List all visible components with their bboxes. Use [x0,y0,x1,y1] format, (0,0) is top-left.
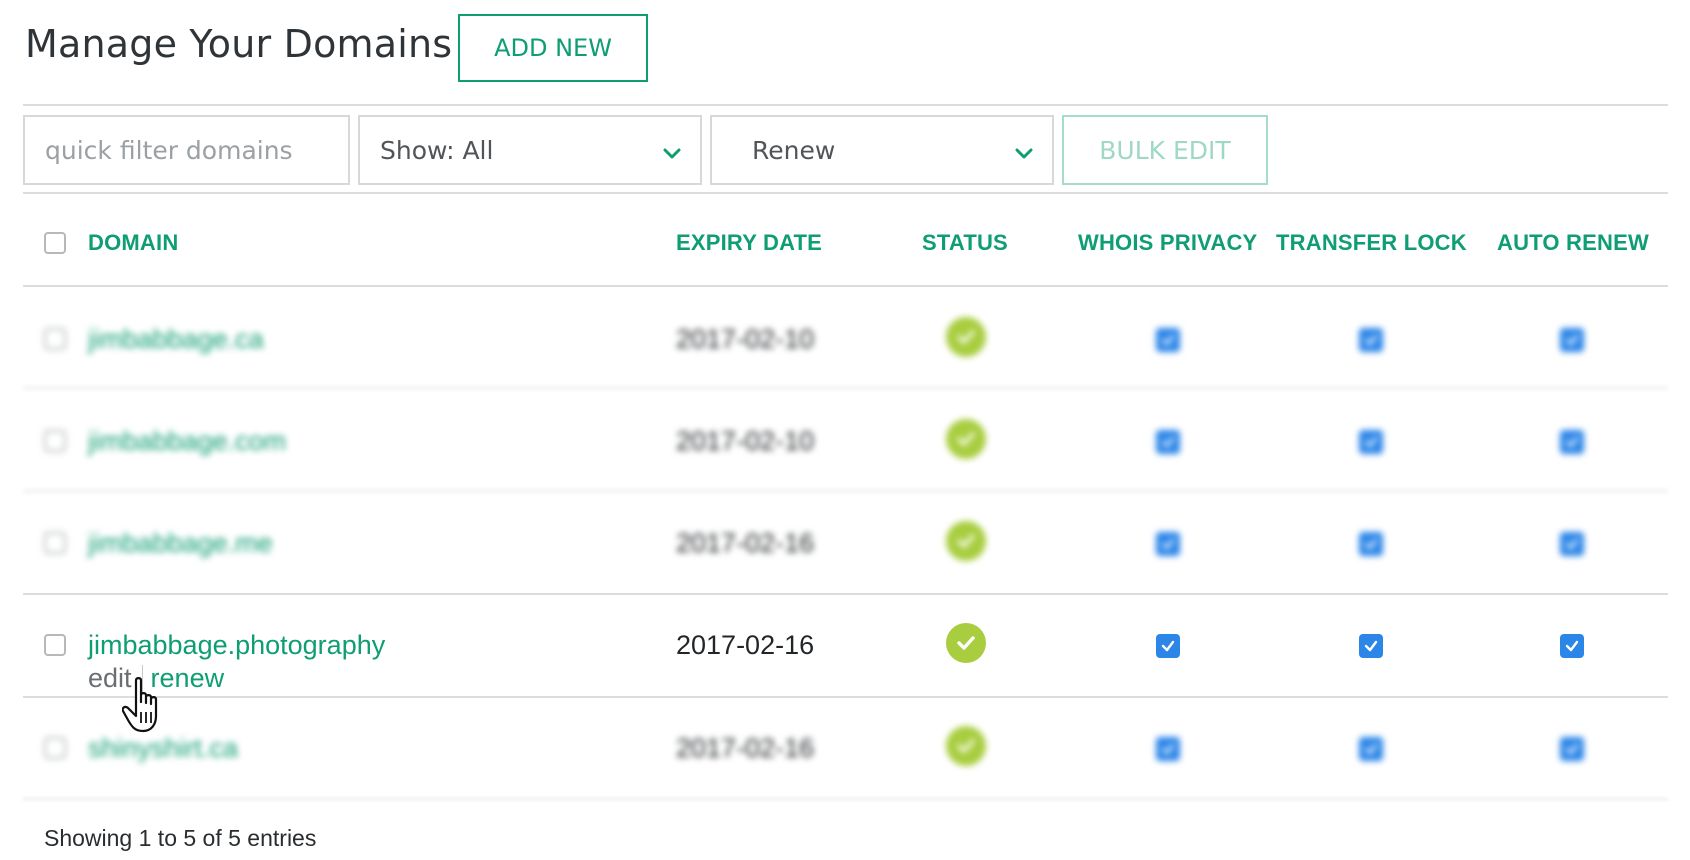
bulk-action-value: Renew [752,135,836,165]
column-header-expiry-date[interactable]: EXPIRY DATE [676,230,822,256]
bulk-action-select[interactable]: Renew [710,115,1054,185]
check-circle-icon [946,726,986,766]
transfer-lock-checkbox[interactable] [1359,532,1383,556]
quick-filter-input[interactable] [23,115,350,185]
check-circle-icon [946,521,986,561]
row-checkbox[interactable] [44,430,66,452]
filter-divider [23,192,1668,194]
auto-renew-checkbox[interactable] [1560,737,1584,761]
expiry-date: 2017-02-10 [676,324,815,354]
chevron-down-icon [663,148,681,159]
row-checkbox[interactable] [44,532,66,554]
header-divider [23,104,1668,106]
domain-link[interactable]: jimbabbage.ca [88,324,264,355]
transfer-lock-checkbox[interactable] [1359,430,1383,454]
hand-pointer-icon [122,677,158,733]
transfer-lock-checkbox[interactable] [1359,737,1383,761]
column-header-whois-privacy[interactable]: WHOIS PRIVACY [1078,230,1257,256]
row-divider [23,490,1668,492]
entries-summary: Showing 1 to 5 of 5 entries [44,825,317,851]
whois-privacy-checkbox[interactable] [1156,328,1180,352]
check-circle-icon [946,419,986,459]
row-divider [23,798,1668,800]
auto-renew-checkbox[interactable] [1560,328,1584,352]
bulk-edit-button[interactable]: BULK EDIT [1062,115,1268,185]
row-checkbox[interactable] [44,634,66,656]
expiry-date: 2017-02-16 [676,528,815,558]
row-checkbox[interactable] [44,328,66,350]
column-header-transfer-lock[interactable]: TRANSFER LOCK [1276,230,1467,256]
select-all-checkbox[interactable] [44,232,66,254]
row-divider [23,387,1668,389]
column-header-status[interactable]: STATUS [922,230,1008,256]
page-title: Manage Your Domains [25,22,453,66]
column-header-domain[interactable]: DOMAIN [88,230,178,256]
table-header-divider [23,285,1668,287]
chevron-down-icon [1015,148,1033,159]
show-filter-value: Show: All [380,135,494,165]
expiry-date: 2017-02-10 [676,426,815,456]
auto-renew-checkbox[interactable] [1560,532,1584,556]
auto-renew-checkbox[interactable] [1560,430,1584,454]
whois-privacy-checkbox[interactable] [1156,430,1180,454]
expiry-date: 2017-02-16 [676,733,815,763]
domain-link[interactable]: jimbabbage.me [88,528,273,559]
show-filter-select[interactable]: Show: All [358,115,702,185]
whois-privacy-checkbox[interactable] [1156,532,1180,556]
add-new-button[interactable]: ADD NEW [458,14,648,82]
expiry-date: 2017-02-16 [676,630,815,660]
row-divider [23,696,1668,698]
whois-privacy-checkbox[interactable] [1156,737,1180,761]
transfer-lock-checkbox[interactable] [1359,328,1383,352]
row-divider [23,593,1668,595]
whois-privacy-checkbox[interactable] [1156,634,1180,658]
domain-link[interactable]: jimbabbage.photography [88,630,385,661]
check-circle-icon [946,317,986,357]
domain-link[interactable]: jimbabbage.com [88,426,286,457]
transfer-lock-checkbox[interactable] [1359,634,1383,658]
row-checkbox[interactable] [44,737,66,759]
check-circle-icon [946,623,986,663]
column-header-auto-renew[interactable]: AUTO RENEW [1497,230,1649,256]
auto-renew-checkbox[interactable] [1560,634,1584,658]
